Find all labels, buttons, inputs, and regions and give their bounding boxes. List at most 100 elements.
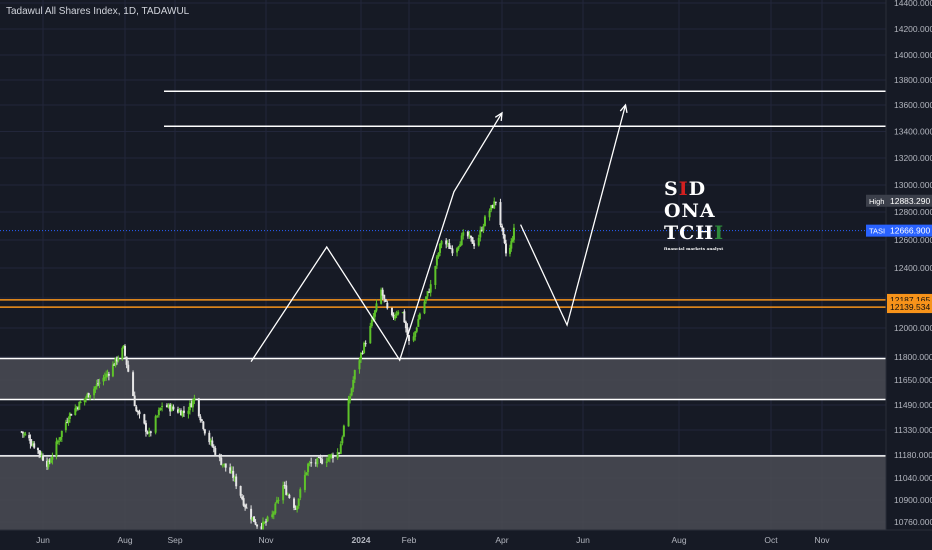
candle-body (36, 448, 39, 451)
candle-body (117, 358, 120, 361)
candle-body (451, 248, 454, 254)
logo-line-2: ONA (664, 200, 716, 222)
candle-body (293, 498, 296, 508)
support-zone (0, 455, 886, 530)
candle (342, 424, 345, 438)
candle-body (211, 440, 214, 447)
candle-body (341, 437, 344, 444)
candlestick-chart[interactable]: 14400.000 14200.000 14000.000 13800.000 1360… (0, 0, 932, 550)
candle (503, 234, 506, 245)
y-tick-label: 13200.000 (894, 153, 932, 163)
candle-body (159, 407, 162, 411)
candle-body (244, 504, 247, 508)
candle-body (404, 321, 407, 329)
candle-body (214, 447, 217, 455)
candle (143, 413, 146, 425)
candle (350, 387, 353, 397)
candle-body (288, 494, 291, 498)
candle-body (349, 396, 352, 401)
y-tick-label: 13600.000 (894, 100, 932, 110)
y-tick-label: 12800.000 (894, 207, 932, 217)
candle-body (143, 414, 146, 424)
candle-body (501, 225, 503, 228)
candle-body (256, 524, 259, 527)
candle-body (193, 398, 196, 401)
candle-body (317, 457, 320, 459)
candle-body (93, 388, 96, 396)
candle-body (361, 353, 364, 355)
y-tick-label: 13400.000 (894, 127, 932, 137)
candle-body (42, 455, 44, 461)
candle-body (232, 470, 235, 478)
logo-tagline: financial markets analyst (664, 246, 724, 251)
candle-body (296, 505, 299, 510)
candle-body (94, 386, 97, 389)
candle-body (182, 410, 185, 413)
candle-body (299, 489, 302, 498)
candle-body (103, 377, 106, 379)
candle-body (55, 441, 58, 457)
candle-body (68, 413, 71, 419)
candle-body (64, 422, 67, 431)
candle-body (83, 398, 86, 403)
candle-body (59, 436, 62, 440)
y-tick-label: 12000.000 (894, 323, 932, 333)
candle-body (218, 454, 221, 458)
candle-body (202, 421, 205, 429)
candle-body (111, 364, 114, 377)
candle-body (98, 382, 101, 384)
candle-body (477, 237, 480, 246)
candle-body (253, 516, 256, 523)
y-tick-label: 12400.000 (894, 263, 932, 273)
x-tick-label: Aug (117, 535, 132, 545)
candle-body (307, 463, 310, 473)
candle-body (29, 439, 32, 444)
x-tick-label: Apr (495, 535, 508, 545)
candle-body (220, 457, 223, 466)
candle-body (239, 486, 242, 496)
candle-body (266, 516, 269, 522)
candle-body (342, 425, 345, 437)
candle-body (482, 226, 485, 231)
x-tick-label: Nov (814, 535, 830, 545)
candle-body (161, 405, 164, 408)
candle-body (24, 434, 27, 436)
x-tick-label: Feb (402, 535, 417, 545)
candle-body (397, 311, 400, 315)
candle-body (471, 237, 474, 244)
y-tick-label: 14200.000 (894, 24, 932, 34)
candle-body (172, 406, 175, 410)
candle-body (415, 327, 418, 332)
x-tick-label: Jun (576, 535, 590, 545)
time-axis (0, 530, 932, 550)
candle-body (310, 462, 313, 464)
price-label-name: TASI (869, 227, 885, 236)
candle-body (132, 372, 135, 396)
chart-area[interactable]: 14400.000 14200.000 14000.000 13800.000 1360… (0, 0, 932, 550)
candle-body (429, 284, 432, 293)
candle-body (504, 243, 507, 254)
candle-body (457, 246, 460, 249)
candle-body (440, 241, 443, 245)
candle-body (369, 325, 372, 344)
candle-body (319, 457, 322, 459)
candle-body (135, 406, 138, 411)
candle-body (483, 216, 486, 227)
price-label-name: High (869, 197, 884, 206)
candle-body (235, 476, 238, 487)
candle-body (133, 395, 136, 407)
candle-body (157, 409, 160, 416)
y-tick-label: 13000.000 (894, 180, 932, 190)
x-tick-label: 2024 (352, 535, 371, 545)
candle-body (423, 301, 426, 314)
candle-body (79, 401, 82, 403)
y-tick-label: 11180.000 (894, 450, 932, 460)
candle-body (479, 230, 482, 238)
candle-body (51, 456, 54, 460)
y-tick-label: 14400.000 (894, 0, 932, 8)
candle-body (95, 384, 98, 387)
candle-body (358, 360, 361, 370)
candle-body (85, 397, 88, 399)
candle-body (456, 248, 459, 253)
candle-body (149, 431, 152, 433)
